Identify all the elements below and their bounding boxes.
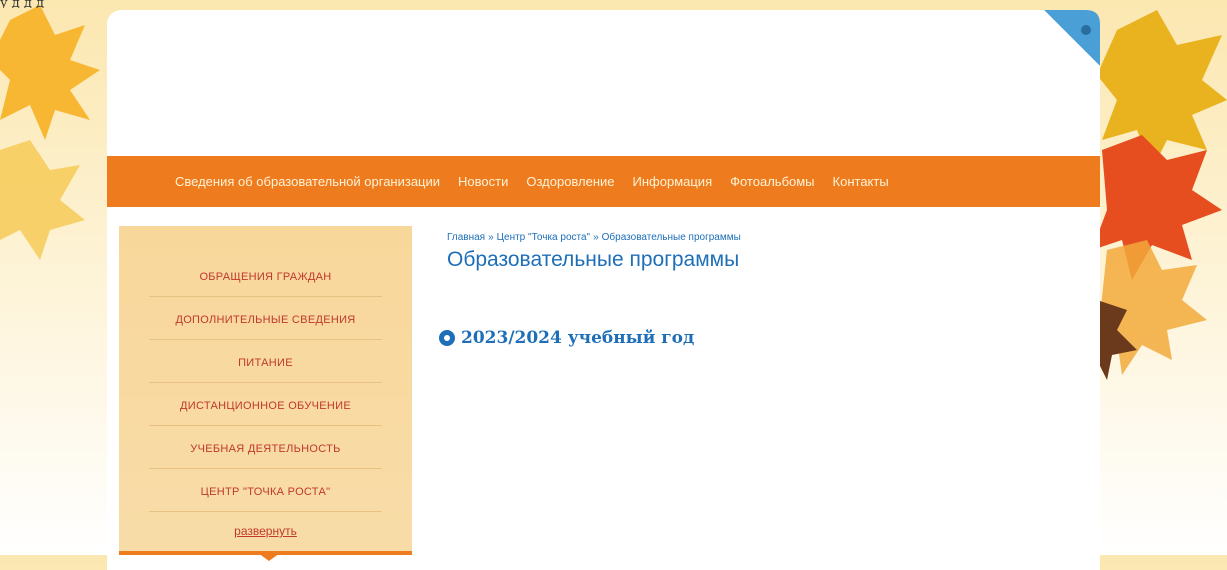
top-strip-text: у д д д	[0, 0, 45, 8]
breadcrumb-current-link[interactable]: Образовательные программы	[602, 232, 741, 243]
sidebar-expand: развернуть	[119, 520, 412, 539]
leaf-left-top-icon	[0, 5, 100, 260]
circle-bullet-icon	[439, 330, 455, 346]
sidebar-item: ЦЕНТР "ТОЧКА РОСТА"	[149, 469, 382, 512]
main-content: Главная» Центр "Точка роста"» Образователь…	[439, 232, 1080, 348]
sidebar-item: ОБРАЩЕНИЯ ГРАЖДАН	[149, 254, 382, 297]
sidebar-menu: ОБРАЩЕНИЯ ГРАЖДАН ДОПОЛНИТЕЛЬНЫЕ СВЕДЕНИ…	[119, 226, 412, 561]
nav-item-organization-info[interactable]: Сведения об образовательной организации	[175, 174, 440, 189]
header-banner	[107, 10, 1100, 156]
page-corner-fold-icon	[1044, 10, 1100, 66]
sidebar-link-citizen-appeals[interactable]: ОБРАЩЕНИЯ ГРАЖДАН	[199, 271, 331, 283]
leaf-right-icon	[1097, 10, 1227, 380]
list-item: 2023/2024 учебный год	[439, 328, 694, 348]
sidebar-link-additional-info[interactable]: ДОПОЛНИТЕЛЬНЫЕ СВЕДЕНИЯ	[175, 314, 355, 326]
expand-link[interactable]: развернуть	[234, 524, 297, 538]
sidebar-notch-icon	[258, 553, 280, 561]
nav-item-health[interactable]: Оздоровление	[526, 174, 614, 189]
breadcrumb-home-link[interactable]: Главная	[447, 232, 485, 243]
sidebar-link-nutrition[interactable]: ПИТАНИЕ	[238, 357, 293, 369]
breadcrumb: Главная» Центр "Точка роста"» Образователь…	[447, 232, 1080, 243]
nav-item-contacts[interactable]: Контакты	[833, 174, 889, 189]
nav-item-photo-albums[interactable]: Фотоальбомы	[730, 174, 814, 189]
year-2023-2024-link[interactable]: 2023/2024 учебный год	[461, 328, 694, 348]
sidebar-link-growth-center[interactable]: ЦЕНТР "ТОЧКА РОСТА"	[201, 486, 331, 498]
nav-item-information[interactable]: Информация	[633, 174, 713, 189]
sidebar-item: ПИТАНИЕ	[149, 340, 382, 383]
breadcrumb-section-link[interactable]: Центр "Точка роста"	[497, 232, 590, 243]
breadcrumb-separator: »	[593, 232, 599, 243]
sidebar-link-distance-learning[interactable]: ДИСТАНЦИОННОЕ ОБУЧЕНИЕ	[180, 400, 351, 412]
breadcrumb-separator: »	[488, 232, 494, 243]
sidebar-item: ДОПОЛНИТЕЛЬНЫЕ СВЕДЕНИЯ	[149, 297, 382, 340]
sidebar-link-academic-activity[interactable]: УЧЕБНАЯ ДЕЯТЕЛЬНОСТЬ	[190, 443, 340, 455]
nav-item-news[interactable]: Новости	[458, 174, 508, 189]
sidebar-item: УЧЕБНАЯ ДЕЯТЕЛЬНОСТЬ	[149, 426, 382, 469]
main-page-container: Сведения об образовательной организации …	[107, 10, 1100, 570]
page-title: Образовательные программы	[447, 248, 740, 271]
sidebar-item: ДИСТАНЦИОННОЕ ОБУЧЕНИЕ	[149, 383, 382, 426]
top-navigation: Сведения об образовательной организации …	[107, 156, 1100, 207]
